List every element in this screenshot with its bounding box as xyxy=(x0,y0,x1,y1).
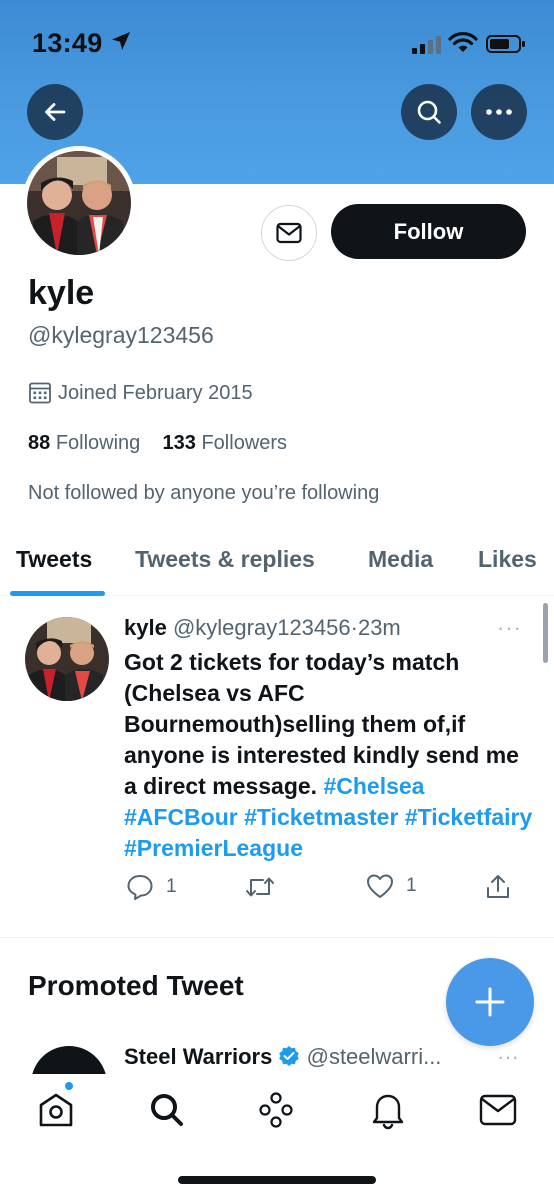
reply-count: 1 xyxy=(166,876,177,897)
profile-handle: @kylegray123456 xyxy=(28,322,214,348)
reply-button[interactable]: 1 xyxy=(126,873,177,901)
following-count: 88 xyxy=(28,432,51,454)
tweet-more-button[interactable]: ··· xyxy=(497,615,522,641)
hashtag-afcbour[interactable]: #AFCBour xyxy=(124,804,238,830)
compose-tweet-button[interactable] xyxy=(446,958,534,1046)
nav-messages[interactable] xyxy=(476,1088,520,1132)
like-count: 1 xyxy=(406,875,417,896)
retweet-icon xyxy=(246,877,274,897)
followers-link[interactable]: 133 Followers xyxy=(163,432,288,454)
hashtag-chelsea[interactable]: #Chelsea xyxy=(323,773,424,799)
hashtag-premierleague[interactable]: #PremierLeague xyxy=(124,835,303,861)
tweet-actions: 1 1 xyxy=(124,873,524,905)
tab-tweets-replies[interactable]: Tweets & replies xyxy=(135,546,315,573)
profile-tabs: Tweets Tweets & replies Media Likes xyxy=(0,530,554,596)
join-date-text: Joined February 2015 xyxy=(58,381,253,404)
tab-media[interactable]: Media xyxy=(368,546,433,573)
battery-icon xyxy=(486,35,525,53)
promoted-author-name[interactable]: Steel Warriors xyxy=(124,1044,272,1069)
more-options-button[interactable] xyxy=(471,84,527,140)
followers-label: Followers xyxy=(201,432,288,454)
nav-explore[interactable] xyxy=(145,1088,189,1132)
status-time: 13:49 xyxy=(32,28,103,58)
cellular-signal-icon xyxy=(412,36,441,54)
nav-home[interactable] xyxy=(34,1088,78,1132)
more-icon xyxy=(486,109,512,115)
home-indicator xyxy=(178,1176,376,1184)
following-label: Following xyxy=(55,432,141,454)
profile-photo xyxy=(27,151,131,255)
search-button[interactable] xyxy=(401,84,457,140)
followers-count: 133 xyxy=(162,432,196,454)
follow-button[interactable]: Follow xyxy=(331,204,526,259)
plus-icon xyxy=(475,987,505,1017)
tweet-body-text: Got 2 tickets for today’s match (Chelsea… xyxy=(124,649,519,799)
search-icon xyxy=(417,100,441,124)
explore-icon xyxy=(151,1094,183,1126)
tweet-text: Got 2 tickets for today’s match (Chelsea… xyxy=(124,647,534,864)
home-icon xyxy=(39,1093,73,1127)
hashtag-ticketfairy[interactable]: #Ticketfairy xyxy=(405,804,532,830)
home-notification-dot xyxy=(63,1080,75,1092)
tweet-author-handle[interactable]: @kylegray123456 xyxy=(173,615,351,640)
bottom-navigation xyxy=(0,1074,554,1200)
spaces-icon xyxy=(259,1092,293,1128)
share-button[interactable] xyxy=(484,873,512,901)
promoted-author-handle[interactable]: @steelwarri... xyxy=(307,1044,442,1069)
tweet-separator: · xyxy=(350,615,358,640)
tweet-author-name[interactable]: kyle xyxy=(124,615,167,640)
promoted-heading: Promoted Tweet xyxy=(28,970,244,1001)
retweet-button[interactable] xyxy=(244,873,276,901)
status-bar: 13:49 xyxy=(0,0,554,88)
back-arrow-icon xyxy=(45,103,66,121)
promoted-tweet[interactable]: Steel Warriors @steelwarri... ··· xyxy=(0,1040,554,1074)
profile-avatar[interactable] xyxy=(22,146,136,260)
not-followed-note: Not followed by anyone you’re following xyxy=(28,482,380,504)
verified-icon xyxy=(279,1046,300,1066)
promoted-header: Steel Warriors @steelwarri... xyxy=(124,1044,441,1070)
promoted-avatar[interactable] xyxy=(31,1046,107,1074)
profile-name: kyle xyxy=(28,274,95,312)
location-arrow-icon xyxy=(112,32,130,50)
like-icon xyxy=(367,874,393,898)
calendar-icon xyxy=(29,382,51,404)
nav-spaces[interactable] xyxy=(254,1088,298,1132)
like-button[interactable]: 1 xyxy=(366,873,417,899)
tweet-header: kyle @kylegray123456·23m xyxy=(124,615,401,641)
reply-icon xyxy=(127,875,153,900)
tweet[interactable]: kyle @kylegray123456·23m ··· Got 2 ticke… xyxy=(0,597,554,938)
tweet-time: 23m xyxy=(357,615,401,640)
promoted-more-button[interactable]: ··· xyxy=(497,1044,519,1070)
messages-icon xyxy=(479,1094,517,1126)
tab-tweets[interactable]: Tweets xyxy=(16,546,92,573)
tab-likes[interactable]: Likes xyxy=(478,546,537,573)
back-button[interactable] xyxy=(27,84,83,140)
wifi-icon xyxy=(448,32,478,52)
scrollbar[interactable] xyxy=(543,603,548,663)
join-date: Joined February 2015 xyxy=(28,381,253,405)
following-link[interactable]: 88 Following xyxy=(28,432,140,454)
hashtag-ticketmaster[interactable]: #Ticketmaster xyxy=(244,804,398,830)
follow-stats: 88 Following 133 Followers xyxy=(28,432,287,455)
message-button[interactable] xyxy=(261,205,317,261)
active-tab-indicator xyxy=(10,591,105,596)
nav-notifications[interactable] xyxy=(366,1088,410,1132)
tweet-avatar[interactable] xyxy=(25,617,109,701)
share-icon xyxy=(487,875,509,898)
mail-icon xyxy=(276,222,302,244)
notifications-icon xyxy=(372,1094,404,1130)
